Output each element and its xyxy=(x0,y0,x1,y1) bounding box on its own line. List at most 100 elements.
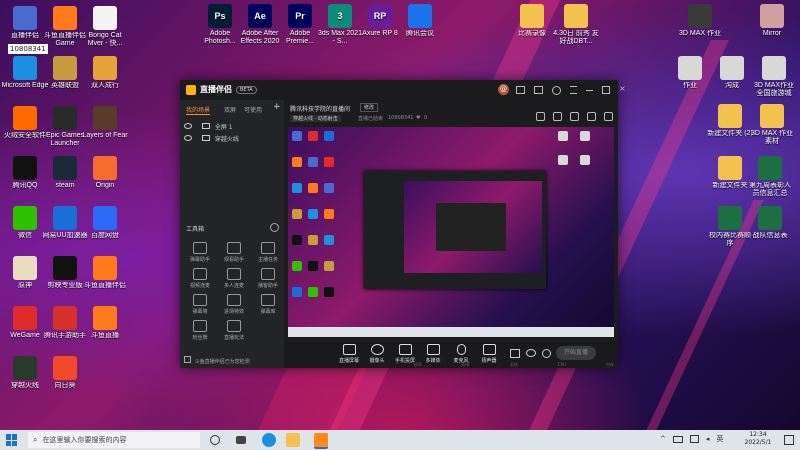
minimize-icon[interactable] xyxy=(586,86,593,91)
close-icon[interactable]: × xyxy=(619,85,626,93)
multimedia-button[interactable]: 多媒体 xyxy=(420,344,446,364)
toolbox-item[interactable]: 直播玩法 xyxy=(220,320,248,341)
battery-icon[interactable] xyxy=(672,435,683,443)
toolbox-item[interactable]: 观看助手 xyxy=(220,242,248,263)
gear-icon[interactable] xyxy=(542,349,551,358)
speaker-button[interactable]: 扬声器 xyxy=(476,344,502,364)
app-icon xyxy=(93,206,117,230)
chevron-up-icon[interactable]: ^ xyxy=(660,435,666,443)
app-icon xyxy=(758,156,782,180)
toolbox-collapse-icon[interactable] xyxy=(270,223,279,232)
desktop-icon[interactable]: 战队信息表 xyxy=(746,206,794,240)
app-icon xyxy=(13,206,37,230)
notification-icon[interactable] xyxy=(784,435,794,445)
toolbox-item[interactable]: 播客助手 xyxy=(254,268,282,289)
toolbox-item[interactable]: 粉丝牌 xyxy=(186,320,214,341)
maximize-icon[interactable] xyxy=(602,86,610,94)
desktop-icon[interactable]: 第九周表彰人员信息汇总 xyxy=(746,156,794,198)
desktop-icon[interactable]: 斗鱼直播 xyxy=(81,306,129,340)
desktop-icon[interactable]: 比赛录像 xyxy=(508,4,556,38)
category-tag[interactable]: 穿越火线 · 动态射击 xyxy=(290,115,341,122)
network-icon[interactable] xyxy=(689,435,699,443)
tab-dual-screen[interactable]: 双屏 xyxy=(224,105,236,114)
tool-icon[interactable] xyxy=(587,112,596,121)
start-button[interactable] xyxy=(6,434,18,446)
desktop-icon[interactable]: 作业 xyxy=(666,56,714,90)
screen-capture-button[interactable]: 直播屏幕 xyxy=(336,344,362,364)
app-icon xyxy=(758,206,782,230)
menu-icon[interactable] xyxy=(570,86,577,94)
task-view-icon[interactable] xyxy=(210,435,220,445)
user-avatar[interactable]: @ xyxy=(498,84,509,95)
app-icon xyxy=(93,56,117,80)
desktop-icon[interactable]: 4.30日 前秀 友好战DBT... xyxy=(552,4,600,46)
desktop-icon[interactable]: 斗鱼直播伴侣 xyxy=(81,256,129,290)
tab-my-scenes[interactable]: 我的场景 xyxy=(186,105,211,115)
app-icon xyxy=(53,56,77,80)
search-input[interactable]: 在这里输入你要搜索的内容 xyxy=(42,435,126,445)
toolbox-item[interactable]: 弹幕库 xyxy=(254,294,282,315)
edge-taskbar-icon[interactable] xyxy=(262,433,276,447)
app-icon xyxy=(53,356,77,380)
phone-cast-button[interactable]: 手机投屏 xyxy=(392,344,418,364)
app-icon xyxy=(13,106,37,130)
visibility-icon[interactable] xyxy=(526,349,536,357)
mail-icon[interactable] xyxy=(516,86,525,94)
desktop-icon[interactable]: 3D MAX作业 全国旅游城 xyxy=(750,56,798,98)
toolbox-item[interactable]: 主播任务 xyxy=(254,242,282,263)
preview-icon-thumb xyxy=(308,157,318,167)
toolbox-item[interactable]: 弹幕助手 xyxy=(186,242,214,263)
explorer-taskbar-icon[interactable] xyxy=(286,433,300,447)
app-titlebar[interactable]: 直播伴侣 BETA @ × xyxy=(180,80,626,100)
desktop-icon[interactable]: 向日葵 xyxy=(41,356,89,390)
record-icon[interactable] xyxy=(510,349,520,358)
add-scene-button[interactable]: + xyxy=(273,102,281,112)
tool-icon[interactable] xyxy=(536,112,545,121)
app-icon: Ps xyxy=(208,4,232,28)
app-icon xyxy=(53,6,77,30)
app-icon: Pr xyxy=(288,4,312,28)
desktop-icon[interactable]: Layers of Fear xyxy=(81,106,129,140)
search-icon: ⌕ xyxy=(33,435,38,444)
scene-item[interactable]: 穿越火线 xyxy=(184,134,239,143)
edit-title-button[interactable]: 修改 xyxy=(360,103,379,112)
start-stream-button[interactable]: 开始直播 xyxy=(556,346,596,360)
desktop-icon[interactable]: 3D MAX 作业 xyxy=(676,4,724,38)
clock[interactable]: 12:34 2022/5/1 xyxy=(738,431,778,447)
desktop-icon[interactable]: 沟成 xyxy=(708,56,756,90)
volume-icon[interactable]: ◂ xyxy=(706,435,710,443)
preview-icon-thumb xyxy=(308,131,318,141)
tool-icon[interactable] xyxy=(570,112,579,121)
desktop-icon[interactable]: Mirror xyxy=(748,4,796,38)
eye-icon[interactable] xyxy=(184,135,192,141)
logo-icon xyxy=(186,84,196,95)
taskbar-search[interactable]: ⌕ 在这里输入你要搜索的内容 xyxy=(28,432,200,448)
eye-icon[interactable] xyxy=(184,123,192,129)
desktop-icon[interactable]: 双人成行 xyxy=(81,56,129,90)
gift-icon[interactable] xyxy=(534,86,543,94)
desktop-icon[interactable]: 3D MAX 作业素材 xyxy=(748,104,796,146)
desktop-icon[interactable]: 腾讯会议 xyxy=(396,4,444,38)
microphone-button[interactable]: 麦克风 xyxy=(448,344,474,364)
toolbox-item[interactable]: 视频连麦 xyxy=(186,268,214,289)
preview-icon-thumb xyxy=(558,131,568,141)
desktop-icon[interactable]: Bongo Cat Mver - 快... xyxy=(81,6,129,48)
livestream-taskbar-icon[interactable] xyxy=(314,433,328,449)
scene-item[interactable]: 全屏 1 xyxy=(184,122,233,131)
widgets-icon[interactable] xyxy=(236,436,246,444)
camera-button[interactable]: 摄像头 xyxy=(364,344,390,364)
settings-icon[interactable] xyxy=(552,86,561,95)
app-icon xyxy=(53,256,77,280)
tab-available[interactable]: 可使用 xyxy=(244,105,262,114)
toolbox-item[interactable]: 进场特效 xyxy=(220,294,248,315)
desktop-icon[interactable]: 百度网盘 xyxy=(81,206,129,240)
tool-icon[interactable] xyxy=(604,112,613,121)
language-indicator[interactable]: 英 xyxy=(716,434,723,444)
desktop-icon[interactable]: Origin xyxy=(81,156,129,190)
tool-icon[interactable] xyxy=(553,112,562,121)
stream-preview[interactable] xyxy=(288,127,614,337)
toolbox-item[interactable]: 弹幕墙 xyxy=(186,294,214,315)
stats-bar: 帧率 码率 丢帧 CPU 内存 xyxy=(413,362,614,367)
desktop-icon[interactable]: 新建文件夹 (2) xyxy=(706,104,754,138)
toolbox-item[interactable]: 多人连麦 xyxy=(220,268,248,289)
